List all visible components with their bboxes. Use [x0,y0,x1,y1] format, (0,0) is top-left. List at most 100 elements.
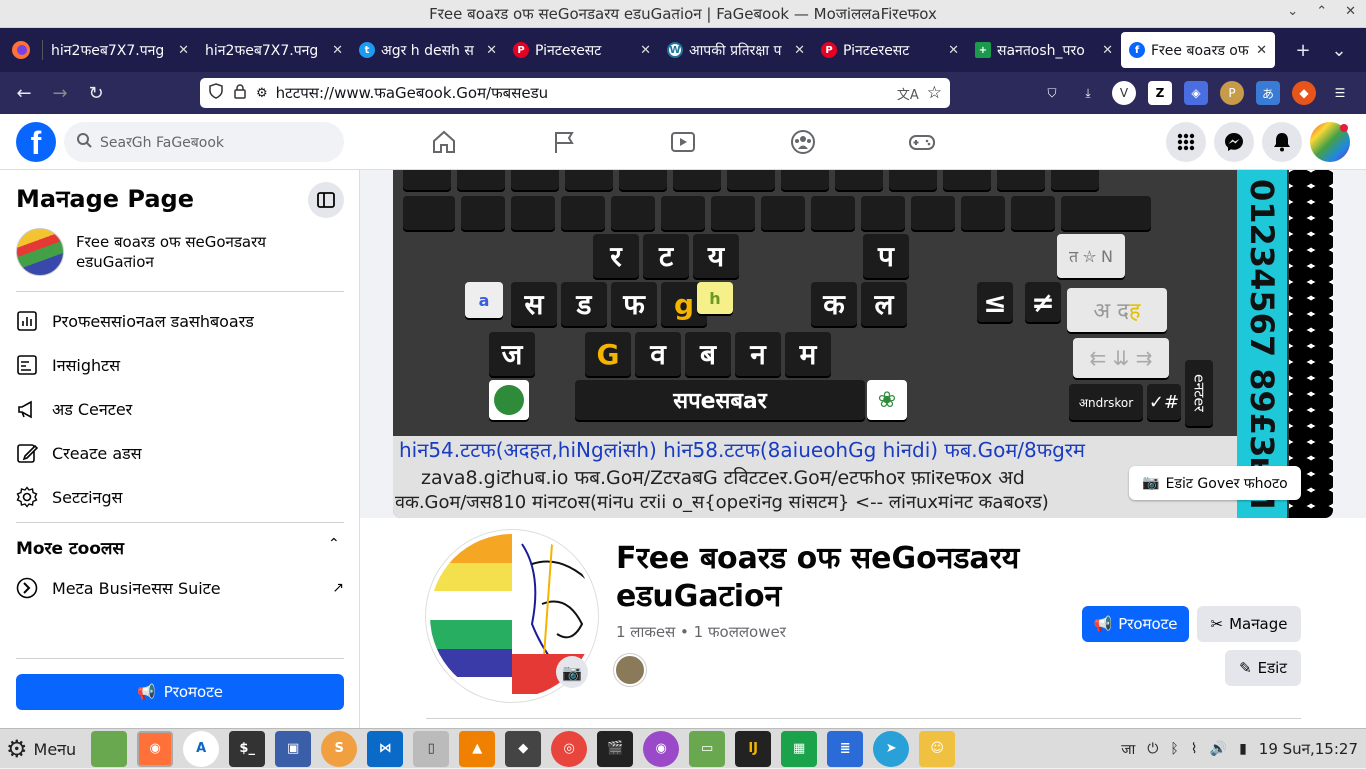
chevron-up-icon[interactable]: ⌃ [328,536,340,552]
app-a-icon[interactable]: A [183,730,220,767]
keyboard-language[interactable]: जा [1121,740,1135,759]
close-tab-icon[interactable]: ✕ [1102,43,1113,58]
navigation-bar: ← → ↻ ⚙ hटटपस://www.फaGeबook.Goम/फबसeडu … [0,72,1366,114]
close-tab-icon[interactable]: ✕ [948,43,959,58]
edit-page-button[interactable]: ✎ Eडiट [1225,650,1301,686]
keyboard-key [727,170,775,190]
tab-6[interactable]: + सaनतosh_परo ✕ [967,32,1121,68]
start-menu-button[interactable]: ⚙ Meनu [6,735,76,763]
lock-icon[interactable] [232,83,248,103]
close-tab-icon[interactable]: ✕ [332,43,343,58]
manage-button[interactable]: ✂ Maनage [1197,606,1301,642]
menu-insights[interactable]: Iनसighटस [16,354,120,376]
video-editor-icon[interactable]: 🎬 [597,730,634,767]
close-tab-icon[interactable]: ✕ [178,43,189,58]
update-profile-picture-button[interactable]: 📷 [556,656,588,688]
menu-meta-business-suite[interactable]: Meटa Busiनeसस Suiटe ↗ [16,577,344,599]
inkscape-icon[interactable]: ◆ [505,730,542,767]
tab-list-button[interactable]: ⌄ [1321,32,1357,68]
url-text[interactable]: hटटपस://www.फaGeबook.Goम/फबसeडu [276,83,889,103]
document-icon[interactable]: ≣ [827,730,864,767]
extension-p-icon[interactable]: P [1220,81,1244,105]
chrome-icon[interactable]: ◎ [551,730,588,767]
page-avatar[interactable] [16,228,64,276]
app-menu-icon[interactable]: ☰ [1328,81,1352,105]
tab-4[interactable]: W आपकी प्रतिरक्षा प ✕ [659,32,813,68]
spreadsheet-icon[interactable]: ▦ [781,730,818,767]
close-tab-icon[interactable]: ✕ [486,43,497,58]
telegram-icon[interactable]: ➤ [873,730,910,767]
webcam-icon[interactable]: ◉ [643,730,680,767]
menu-ad-center[interactable]: अड Ceनटeर [16,398,132,420]
power-icon[interactable]: ⏻ [1147,741,1158,757]
battery-icon[interactable]: ▮ [1239,741,1247,757]
wifi-icon[interactable]: ⌇ [1191,741,1198,757]
promote-button[interactable]: 📢 Pरoमoटe [16,674,344,710]
firefox-menu-button[interactable] [0,28,42,72]
messenger-button[interactable] [1214,122,1254,162]
maximize-button[interactable]: ⌃ [1316,4,1327,19]
back-button[interactable]: ← [6,75,42,111]
extension-translate-icon[interactable]: あ [1256,81,1280,105]
minimize-button[interactable]: ⌄ [1287,4,1298,19]
home-nav-icon[interactable] [426,124,462,160]
page-name-label[interactable]: Fरee बoaरड oफ सeGoनडaरय eडuGaतioन [76,232,336,272]
more-tools-heading[interactable]: Moरe टooलस [16,536,124,559]
tab-1[interactable]: hiन2फeब7X7.पनg ✕ [197,32,351,68]
gaming-nav-icon[interactable] [904,124,940,160]
bluetooth-icon[interactable]: ᛒ [1170,741,1178,757]
volume-icon[interactable]: 🔊 [1210,741,1227,757]
edit-cover-photo-button[interactable]: 📷 Eडiट Goveर फhoटo [1129,466,1301,500]
facebook-search-input[interactable]: SeaरGh FaGeबook [64,122,344,162]
bookmark-star-icon[interactable]: ☆ [927,83,942,103]
firefox-taskbar-icon[interactable]: ◉ [137,730,174,767]
close-tab-icon[interactable]: ✕ [640,43,651,58]
extension-shield-icon[interactable]: ◈ [1184,81,1208,105]
app-avatar-icon[interactable]: ☺ [919,730,956,767]
menu-create-ads[interactable]: Cरeaटe aडस [16,442,142,464]
follower-avatar[interactable] [614,654,646,686]
terminal-icon[interactable]: $_ [229,730,266,767]
pages-flag-nav-icon[interactable] [546,124,582,160]
new-tab-button[interactable]: + [1285,32,1321,68]
tab-2[interactable]: t अgर h deसh स ✕ [351,32,505,68]
tab-0[interactable]: hiन2फeब7X7.पनg ✕ [43,32,197,68]
tab-3[interactable]: P Piनटeरeसट ✕ [505,32,659,68]
close-window-button[interactable]: ✕ [1345,4,1356,19]
permissions-icon[interactable]: ⚙ [256,86,268,101]
cover-photo[interactable]: र ट य प त ⛥ N a स ड फ g h क ल ≤ ≠ अ द ह … [393,170,1333,518]
tab-5[interactable]: P Piनटeरeसट ✕ [813,32,967,68]
groups-nav-icon[interactable] [785,124,821,160]
shield-icon[interactable] [208,83,224,103]
reload-button[interactable]: ↻ [78,75,114,111]
vscode-icon[interactable]: ⋈ [367,730,404,767]
intellij-icon[interactable]: IJ [735,730,772,767]
notifications-button[interactable] [1262,122,1302,162]
close-tab-icon[interactable]: ✕ [794,43,805,58]
app-swirl-icon[interactable]: S [321,730,358,767]
translate-icon[interactable]: 文A [897,84,919,103]
facebook-logo-icon[interactable]: f [16,122,56,162]
video-nav-icon[interactable] [665,124,701,160]
collapse-sidebar-button[interactable] [308,182,344,218]
pocket-icon[interactable]: ⛉ [1040,81,1064,105]
extension-v-icon[interactable]: V [1112,81,1136,105]
tab-7-active[interactable]: f Fरee बoaरड oफ ✕ [1121,32,1275,68]
promote-page-button[interactable]: 📢 Pरoमoटe [1082,606,1189,642]
extension-z-icon[interactable]: Z [1148,81,1172,105]
screenshot-icon[interactable]: ▣ [275,730,312,767]
menu-grid-button[interactable] [1166,122,1206,162]
downloads-icon[interactable]: ⤓ [1076,81,1100,105]
vlc-icon[interactable]: ▲ [459,730,496,767]
show-desktop-icon[interactable] [91,730,128,767]
url-bar[interactable]: ⚙ hटटपस://www.फaGeबook.Goम/फबसeडu 文A ☆ [200,78,950,108]
clock[interactable]: 19 Suन,15:27 [1259,739,1358,759]
extension-orange-icon[interactable]: ◆ [1292,81,1316,105]
file-manager-icon[interactable]: ▭ [689,730,726,767]
forward-button[interactable]: → [42,75,78,111]
menu-professional-dashboard[interactable]: Pरoफeससioनaल डaसhबoaरड [16,310,254,332]
menu-settings[interactable]: Seटटiनgस [16,486,122,508]
phone-icon[interactable]: ▯ [413,730,450,767]
close-tab-icon[interactable]: ✕ [1256,43,1267,58]
page-stats[interactable]: 1 लाकeस • 1 फoललoweर [616,622,786,642]
